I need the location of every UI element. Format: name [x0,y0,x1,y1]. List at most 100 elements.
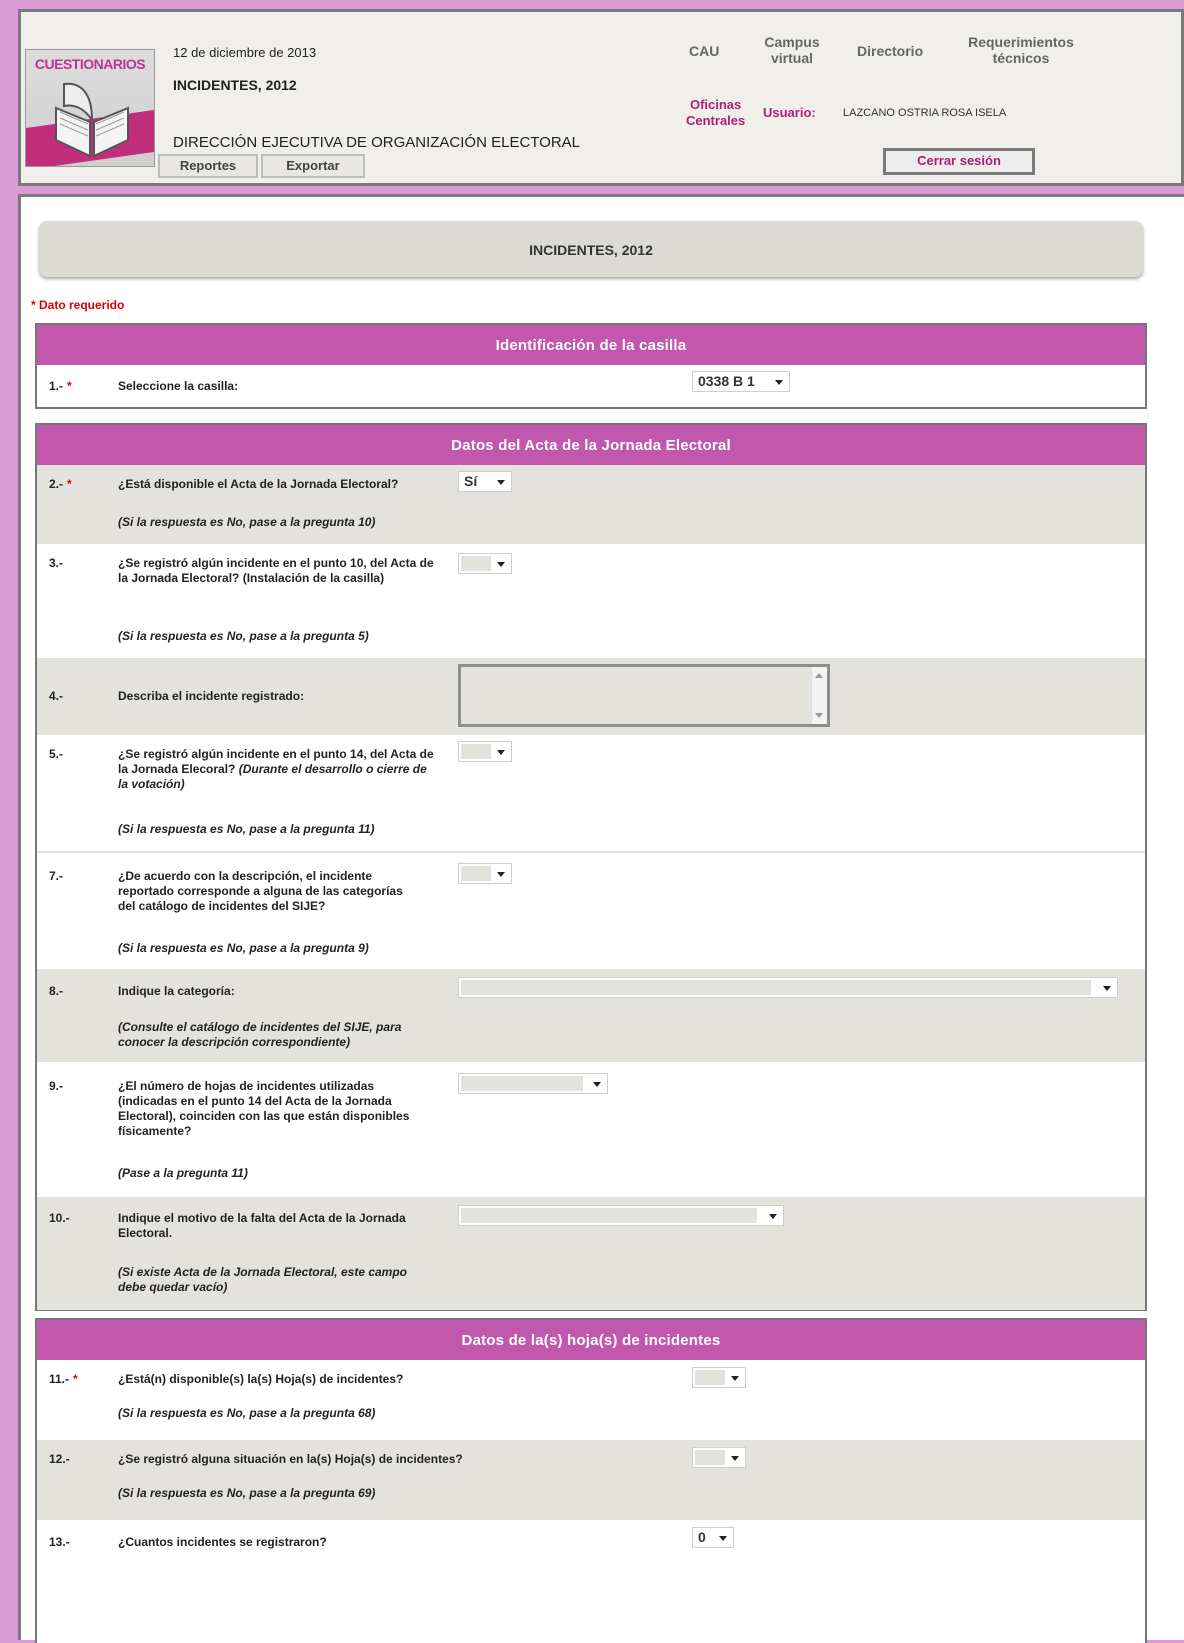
header-date: 12 de diciembre de 2013 [173,45,317,60]
question-text: Seleccione la casilla: [118,379,239,393]
chevron-down-icon [1103,986,1111,991]
chevron-down-icon [497,480,505,485]
question-row-1: 1.- * Seleccione la casilla: 0338 B 1 [37,365,1145,405]
chevron-down-icon [497,750,505,755]
chevron-down-icon [731,1456,739,1461]
question-number: 9.- [49,1079,64,1093]
question-number: 12.- [49,1452,70,1466]
question-number: 7.- [49,869,64,883]
question-row-7: 7.- ¿De acuerdo con la descripción, el i… [37,851,1145,969]
question-row-4: 4.- Describa el incidente registrado: [37,658,1145,735]
required-star: * [67,379,72,393]
question-text: ¿Se registró alguna situación en la(s) H… [118,1452,463,1466]
incident-point14-select[interactable] [458,741,512,762]
incident-point10-select[interactable] [458,553,512,574]
incident-count-select[interactable]: 0 [692,1527,734,1548]
reports-button[interactable]: Reportes [158,154,258,178]
office-line2: Centrales [686,113,746,128]
app-header: CUESTIONARIOS 12 de diciembre de 2013 IN… [18,9,1184,186]
select-empty-value [695,1450,725,1465]
section-title: Datos de la(s) hoja(s) de incidentes [37,1320,1145,1360]
book-icon [55,82,129,158]
question-note: (Si existe Acta de la Jornada Electoral,… [118,1265,408,1294]
question-text: ¿De acuerdo con la descripción, el incid… [118,869,403,913]
question-text: ¿Está(n) disponible(s) la(s) Hoja(s) de … [118,1372,404,1386]
select-value: Sí [464,473,478,489]
catalog-category-match-select[interactable] [458,863,512,884]
section-identificacion: Identificación de la casilla 1.- * Selecc… [35,323,1147,409]
question-number-text: 11.- [49,1372,70,1386]
question-text: ¿Está disponible el Acta de la Jornada E… [118,477,399,491]
logo-text: CUESTIONARIOS [34,56,146,72]
question-note: (Si la respuesta es No, pase a la pregun… [118,1406,376,1420]
question-note: (Consulte el catálogo de incidentes del … [118,1020,402,1049]
question-row-5: 5.- ¿Se registró algún incidente en el p… [37,735,1145,851]
casilla-select[interactable]: 0338 B 1 [692,371,790,392]
question-row-13: 13.- ¿Cuantos incidentes se registraron?… [37,1520,1145,1560]
nav-campus-virtual[interactable]: Campus virtual [757,34,827,66]
question-number: 1.- * [49,379,72,393]
office-label: Oficinas Centrales [686,97,745,129]
select-empty-value [461,980,1091,995]
question-text: Indique la categoría: [118,984,235,998]
question-text: ¿Se registró algún incidente en el punto… [118,747,438,792]
question-row-2: 2.- * ¿Está disponible el Acta de la Jorn… [37,465,1145,544]
scroll-up-icon[interactable] [815,673,823,678]
nav-requerimientos-tecnicos[interactable]: Requerimientos técnicos [956,34,1086,66]
select-value: 0 [698,1529,706,1545]
user-label: Usuario: [763,105,816,120]
nav-cau[interactable]: CAU [689,43,719,59]
question-number: 8.- [49,984,64,998]
header-directorate: DIRECCIÓN EJECUTIVA DE ORGANIZACIÓN ELEC… [173,134,581,151]
question-row-8: 8.- Indique la categoría: (Consulte el c… [37,969,1145,1062]
select-empty-value [461,1208,757,1223]
required-note: * Dato requerido [31,298,125,312]
question-number: 3.- [49,556,64,570]
cuestionarios-logo[interactable]: CUESTIONARIOS [25,49,155,167]
situation-registered-select[interactable] [692,1447,746,1468]
required-star: * [73,1372,78,1386]
question-number-text: 2.- [49,477,64,491]
sheets-match-select[interactable] [458,1073,608,1094]
question-row-3: 3.- ¿Se registró algún incidente en el p… [37,544,1145,658]
select-empty-value [461,866,491,881]
question-number: 4.- [49,689,64,703]
question-row-11: 11.- * ¿Está(n) disponible(s) la(s) Hoja(… [37,1360,1145,1440]
export-button[interactable]: Exportar [261,154,365,178]
question-note: (Si la respuesta es No, pase a la pregun… [118,1486,376,1500]
page-title: INCIDENTES, 2012 [39,221,1143,277]
incident-sheets-available-select[interactable] [692,1367,746,1388]
question-number: 10.- [49,1211,70,1225]
select-empty-value [461,1076,583,1091]
chevron-down-icon [769,1214,777,1219]
question-number-text: 1.- [49,379,64,393]
chevron-down-icon [731,1376,739,1381]
question-note: (Si la respuesta es No, pase a la pregun… [118,629,369,643]
question-note: (Pase a la pregunta 11) [118,1166,248,1180]
header-survey-title: INCIDENTES, 2012 [173,77,297,93]
main-content: INCIDENTES, 2012 * Dato requerido Identi… [18,194,1184,1643]
nav-directorio[interactable]: Directorio [857,43,923,59]
question-row-9: 9.- ¿El número de hojas de incidentes ut… [37,1062,1145,1197]
chevron-down-icon [593,1082,601,1087]
section-title: Identificación de la casilla [37,325,1145,365]
logout-button[interactable]: Cerrar sesión [883,148,1035,175]
required-star: * [67,477,72,491]
question-row-10: 10.- Indique el motivo de la falta del A… [37,1197,1145,1310]
question-note: (Si la respuesta es No, pase a la pregun… [118,515,376,529]
incident-description-textarea[interactable] [458,664,830,727]
select-empty-value [695,1370,725,1385]
missing-acta-reason-select[interactable] [458,1205,784,1226]
nav-campus-line2: virtual [770,50,813,66]
user-name: LAZCANO OSTRIA ROSA ISELA [843,107,1007,119]
category-select[interactable] [458,977,1118,998]
chevron-down-icon [497,872,505,877]
question-number: 11.- * [49,1372,78,1386]
question-row-12: 12.- ¿Se registró alguna situación en la… [37,1440,1145,1520]
section-datos-acta: Datos del Acta de la Jornada Electoral 2… [35,423,1147,1311]
acta-available-select[interactable]: Sí [458,471,512,492]
question-note: (Si la respuesta es No, pase a la pregun… [118,822,375,836]
nav-req-line2: técnicos [992,50,1050,66]
nav-req-line1: Requerimientos [968,34,1074,50]
scroll-down-icon[interactable] [815,713,823,718]
